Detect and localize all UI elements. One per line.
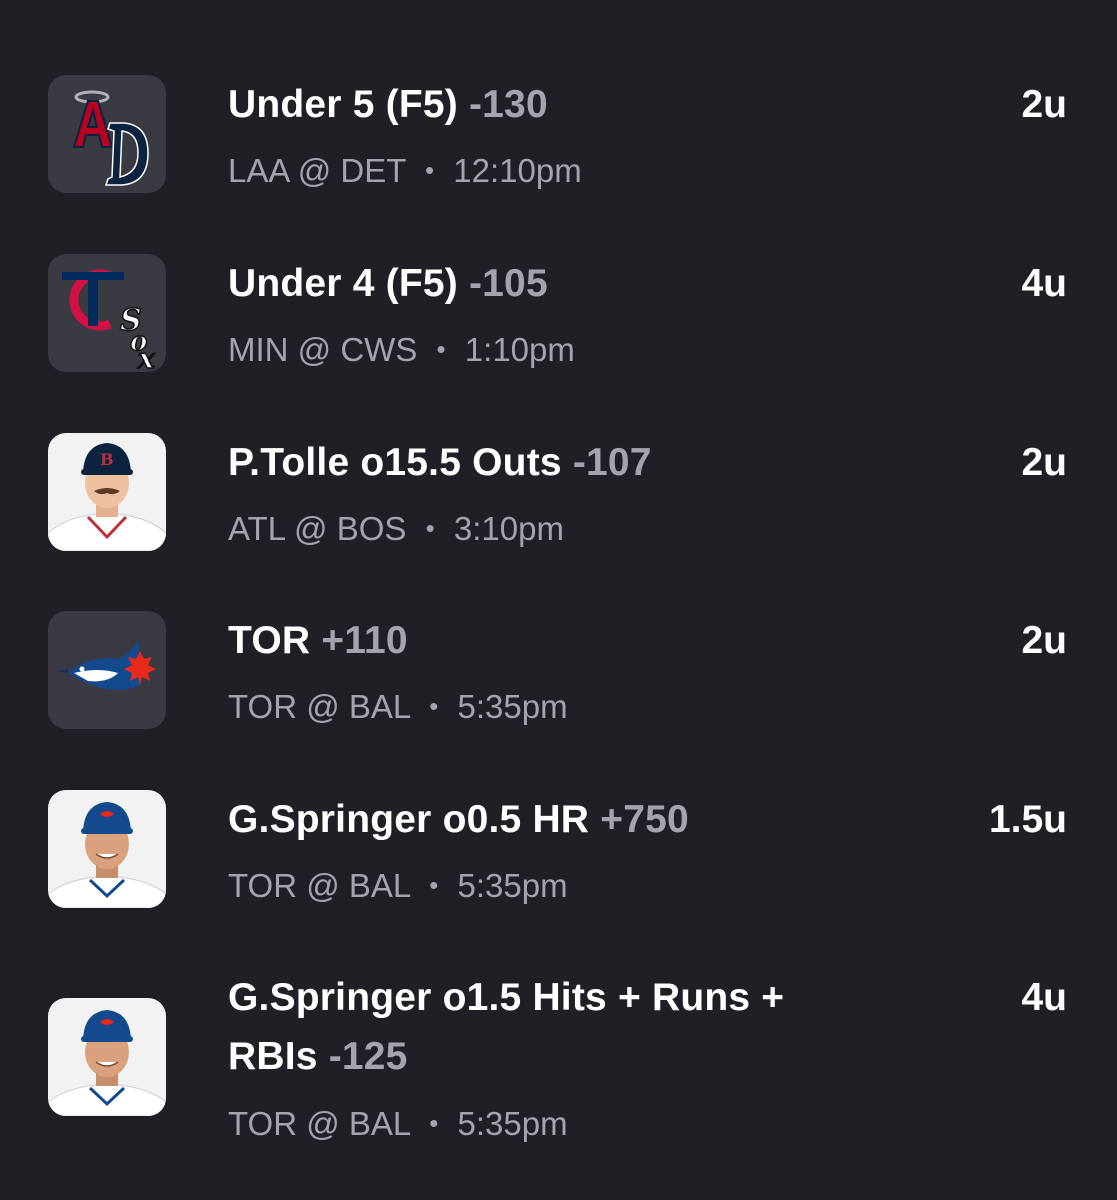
at-symbol: @ xyxy=(294,510,328,547)
game-info: ATL @ BOS • 3:10pm xyxy=(228,509,564,551)
bet-units: 1.5u xyxy=(988,798,1067,841)
bet-selection: TOR xyxy=(228,619,311,662)
twins-whitesox-logo-icon: S o x xyxy=(48,254,166,372)
at-symbol: @ xyxy=(297,152,332,189)
at-symbol: @ xyxy=(306,867,340,904)
bet-selection: G.Springer o0.5 HR xyxy=(228,798,590,841)
player-headshot-icon: B xyxy=(48,433,166,551)
game-time: 3:10pm xyxy=(453,510,564,547)
bet-title: TOR +110 xyxy=(228,611,868,670)
game-time: 5:35pm xyxy=(457,1105,568,1142)
separator-dot: • xyxy=(424,155,435,185)
home-team: BOS xyxy=(336,510,407,547)
bet-title: Under 4 (F5) -105 xyxy=(228,254,868,313)
bet-units: 2u xyxy=(1021,619,1067,662)
game-time: 5:35pm xyxy=(457,867,568,904)
away-team: ATL xyxy=(228,510,285,547)
bet-selection: Under 5 (F5) xyxy=(228,83,458,126)
at-symbol: @ xyxy=(297,331,332,368)
bet-title: G.Springer o0.5 HR +750 xyxy=(228,790,868,849)
separator-dot: • xyxy=(436,334,446,364)
player-headshot-icon xyxy=(48,998,166,1116)
bet-units: 4u xyxy=(1021,262,1067,305)
bet-selection: P.Tolle o15.5 Outs xyxy=(228,441,562,484)
game-time: 5:35pm xyxy=(457,688,568,725)
home-team: CWS xyxy=(340,331,418,368)
game-time: 12:10pm xyxy=(453,152,582,189)
bet-odds: -125 xyxy=(328,1035,408,1078)
angels-tigers-logo-icon xyxy=(48,75,166,193)
game-info: TOR @ BAL • 5:35pm xyxy=(228,1104,568,1146)
bet-odds: -107 xyxy=(572,441,652,484)
home-team: BAL xyxy=(348,688,411,725)
bluejays-logo-icon xyxy=(48,611,166,729)
svg-text:x: x xyxy=(137,342,155,372)
bet-odds: -130 xyxy=(468,83,548,126)
home-team: BAL xyxy=(348,867,411,904)
separator-dot: • xyxy=(429,691,439,721)
away-team: TOR xyxy=(228,1105,298,1142)
bet-odds: +110 xyxy=(321,619,408,662)
bet-title: G.Springer o1.5 Hits + Runs + RBIs -125 xyxy=(228,968,848,1086)
bet-odds: +750 xyxy=(600,798,689,841)
at-symbol: @ xyxy=(306,1105,340,1142)
separator-dot: • xyxy=(429,870,439,900)
away-team: TOR xyxy=(228,867,298,904)
home-team: DET xyxy=(340,152,406,189)
away-team: LAA xyxy=(228,152,289,189)
bet-selection: G.Springer o1.5 Hits + Runs + RBIs xyxy=(228,976,785,1078)
bet-units: 2u xyxy=(1021,83,1067,126)
game-time: 1:10pm xyxy=(464,331,575,368)
bet-units: 2u xyxy=(1021,441,1067,484)
bet-list: Under 5 (F5) -130 LAA @ DET • 12:10pm 2u… xyxy=(0,0,1117,1200)
bet-odds: -105 xyxy=(468,262,548,305)
bet-selection: Under 4 (F5) xyxy=(228,262,458,305)
bet-units: 4u xyxy=(1021,976,1067,1019)
game-info: MIN @ CWS • 1:10pm xyxy=(228,330,575,372)
separator-dot: • xyxy=(429,1108,439,1138)
bet-title: P.Tolle o15.5 Outs -107 xyxy=(228,433,868,492)
game-info: LAA @ DET • 12:10pm xyxy=(228,151,582,193)
home-team: BAL xyxy=(348,1105,411,1142)
bet-title: Under 5 (F5) -130 xyxy=(228,75,868,134)
svg-text:B: B xyxy=(100,450,114,469)
player-headshot-icon xyxy=(48,790,166,908)
separator-dot: • xyxy=(425,513,435,543)
game-info: TOR @ BAL • 5:35pm xyxy=(228,866,568,908)
game-info: TOR @ BAL • 5:35pm xyxy=(228,687,568,729)
at-symbol: @ xyxy=(306,688,340,725)
away-team: MIN xyxy=(228,331,289,368)
away-team: TOR xyxy=(228,688,298,725)
